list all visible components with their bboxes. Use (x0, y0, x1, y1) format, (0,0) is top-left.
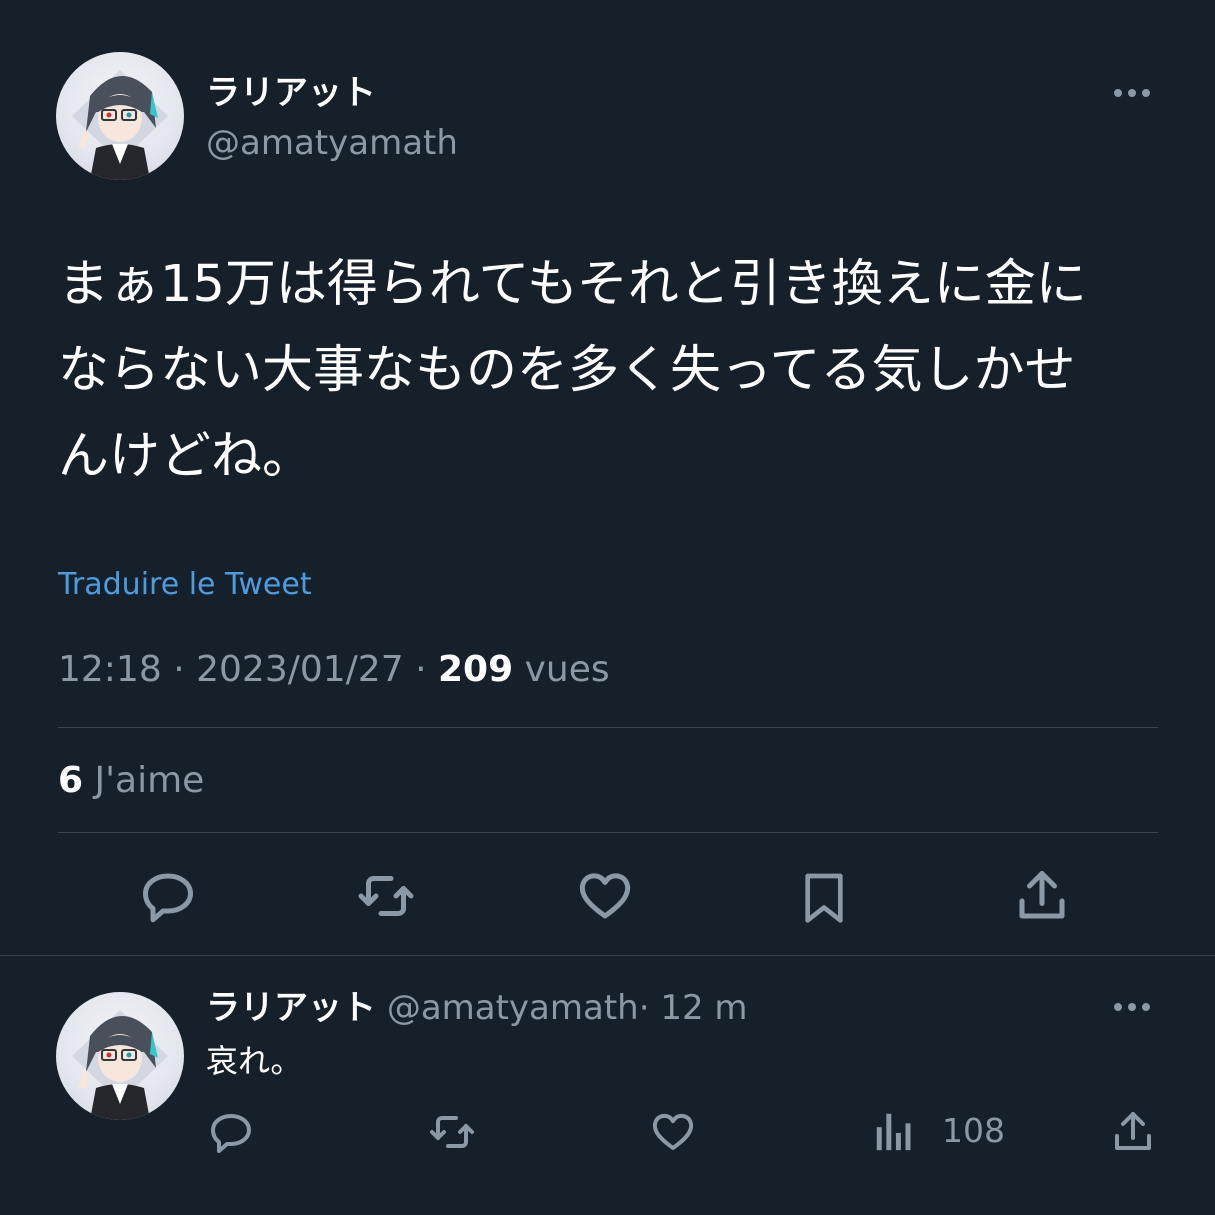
tweet-text-line: まぁ15万は得られてもそれと引き換えに金に (58, 255, 1087, 314)
meta-separator: · (173, 649, 185, 690)
retweet-icon[interactable] (427, 1108, 477, 1156)
reply-author-handle[interactable]: @amatyamath (387, 988, 639, 1028)
reply-more-icon[interactable] (1114, 1003, 1150, 1011)
translate-link[interactable]: Traduire le Tweet (58, 565, 312, 605)
reply-icon[interactable] (138, 866, 198, 926)
tweet-date[interactable]: 2023/01/27 (196, 649, 404, 690)
reply-separator: · (638, 988, 650, 1028)
views-stat[interactable]: 108 (874, 1108, 1005, 1154)
reply-time[interactable]: 12 m (660, 988, 747, 1028)
bookmark-icon[interactable] (796, 866, 852, 928)
divider (0, 955, 1215, 956)
tweet-time[interactable]: 12:18 (58, 649, 162, 690)
divider (58, 832, 1158, 833)
avatar-image (72, 1010, 168, 1120)
tweet-meta: 12:18 · 2023/01/27 · 209 vues (58, 648, 610, 692)
reply-avatar[interactable] (56, 992, 184, 1120)
like-icon[interactable] (574, 866, 636, 926)
tweet-text-line: んけどね。 (58, 427, 314, 486)
tweet-text-line: ならない大事なものを多く失ってる気しかせ (58, 341, 1076, 400)
author-handle[interactable]: @amatyamath (206, 120, 458, 166)
likes-summary[interactable]: 6 J'aime (58, 759, 204, 803)
tweet-text: まぁ15万は得られてもそれと引き換えに金に ならない大事なものを多く失ってる気し… (58, 242, 1087, 500)
share-icon[interactable] (1109, 1108, 1157, 1156)
author-name[interactable]: ラリアット (206, 70, 376, 116)
avatar-image (72, 70, 168, 180)
avatar[interactable] (56, 52, 184, 180)
views-label: vues (524, 649, 610, 690)
reply-text: 哀れ。 (206, 1042, 303, 1080)
reply-views-count: 108 (942, 1111, 1005, 1150)
divider (58, 727, 1158, 728)
views-icon (874, 1108, 914, 1154)
reply-author-name[interactable]: ラリアット (206, 988, 376, 1028)
likes-label: J'aime (94, 760, 205, 801)
retweet-icon[interactable] (355, 866, 417, 926)
like-icon[interactable] (649, 1108, 697, 1156)
meta-separator: · (415, 649, 427, 690)
more-icon[interactable] (1114, 89, 1150, 97)
reply-header: ラリアット @amatyamath· 12 m (206, 986, 748, 1030)
likes-count: 6 (58, 760, 84, 801)
share-icon[interactable] (1012, 866, 1072, 926)
views-count: 209 (437, 649, 514, 690)
reply-icon[interactable] (207, 1108, 255, 1156)
